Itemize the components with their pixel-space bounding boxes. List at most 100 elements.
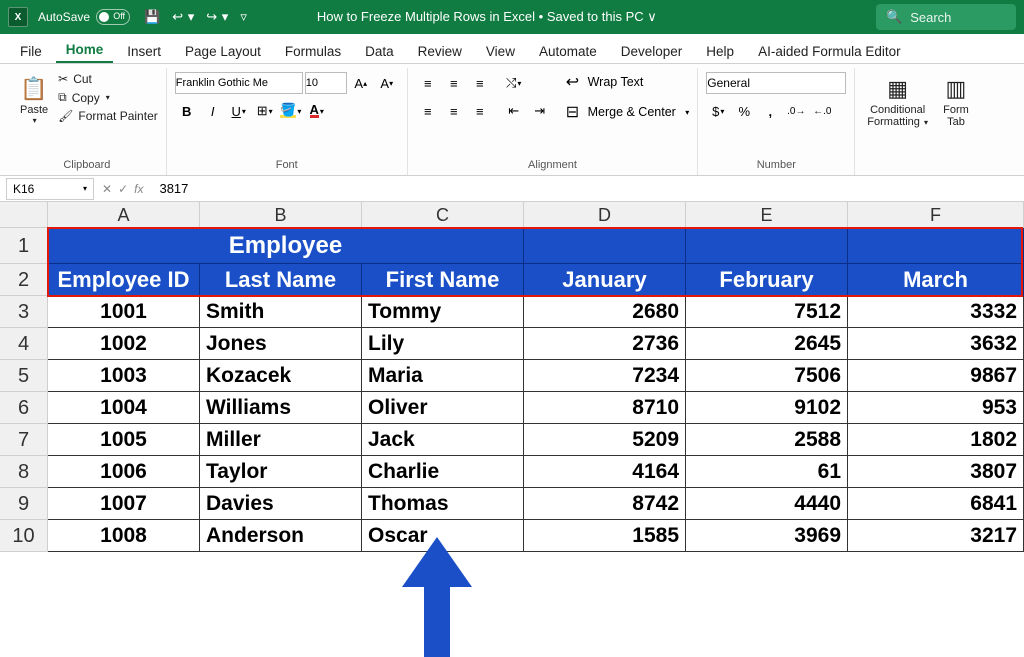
cell-employee-id[interactable]: 1004 [48, 392, 200, 424]
bold-button[interactable]: B [175, 100, 199, 122]
cancel-formula-icon[interactable]: ✕ [102, 182, 112, 196]
column-header-cell[interactable]: Employee ID [48, 264, 200, 296]
cell-february[interactable]: 7512 [686, 296, 848, 328]
cell-march[interactable]: 3807 [848, 456, 1024, 488]
cell-march[interactable]: 1802 [848, 424, 1024, 456]
cell-first-name[interactable]: Maria [362, 360, 524, 392]
copy-button[interactable]: ⧉Copy▾ [58, 90, 158, 105]
cell[interactable] [524, 228, 686, 264]
cell-employee-id[interactable]: 1002 [48, 328, 200, 360]
cell[interactable] [686, 228, 848, 264]
cell[interactable] [848, 228, 1024, 264]
cell-last-name[interactable]: Kozacek [200, 360, 362, 392]
increase-indent-button[interactable]: ⇥ [528, 100, 552, 122]
cell-employee-id[interactable]: 1003 [48, 360, 200, 392]
number-format-select[interactable] [706, 72, 846, 94]
cell-employee-id[interactable]: 1006 [48, 456, 200, 488]
cell-february[interactable]: 2588 [686, 424, 848, 456]
column-header[interactable]: B [200, 202, 362, 228]
cell-last-name[interactable]: Anderson [200, 520, 362, 552]
cell-february[interactable]: 4440 [686, 488, 848, 520]
cell-last-name[interactable]: Jones [200, 328, 362, 360]
document-title[interactable]: How to Freeze Multiple Rows in Excel • S… [317, 9, 657, 25]
cell-january[interactable]: 4164 [524, 456, 686, 488]
cell-march[interactable]: 3217 [848, 520, 1024, 552]
tab-insert[interactable]: Insert [117, 38, 171, 63]
cell-last-name[interactable]: Taylor [200, 456, 362, 488]
align-right-button[interactable]: ≡ [468, 100, 492, 122]
cell-january[interactable]: 2736 [524, 328, 686, 360]
cell-first-name[interactable]: Lily [362, 328, 524, 360]
increase-font-button[interactable]: A▴ [349, 72, 373, 94]
cell-march[interactable]: 3632 [848, 328, 1024, 360]
align-middle-button[interactable]: ≡ [442, 72, 466, 94]
font-size-select[interactable] [305, 72, 347, 94]
tab-view[interactable]: View [476, 38, 525, 63]
font-color-button[interactable]: A▾ [305, 100, 329, 122]
cell-january[interactable]: 8710 [524, 392, 686, 424]
cell-last-name[interactable]: Miller [200, 424, 362, 456]
cell-employee-id[interactable]: 1007 [48, 488, 200, 520]
increase-decimal-button[interactable]: .0→ [784, 100, 808, 122]
row-header[interactable]: 1 [0, 228, 48, 264]
cell-first-name[interactable]: Charlie [362, 456, 524, 488]
row-header[interactable]: 10 [0, 520, 48, 552]
decrease-indent-button[interactable]: ⇤ [502, 100, 526, 122]
redo-icon[interactable]: ↪ ▾ [206, 9, 228, 25]
tab-page-layout[interactable]: Page Layout [175, 38, 271, 63]
cell-employee-id[interactable]: 1008 [48, 520, 200, 552]
cell-first-name[interactable]: Jack [362, 424, 524, 456]
column-header[interactable]: E [686, 202, 848, 228]
cell-february[interactable]: 9102 [686, 392, 848, 424]
fx-icon[interactable]: fx [134, 182, 143, 196]
tab-data[interactable]: Data [355, 38, 404, 63]
align-left-button[interactable]: ≡ [416, 100, 440, 122]
format-as-table-button[interactable]: ▥ Form Tab [938, 72, 974, 130]
percent-button[interactable]: % [732, 100, 756, 122]
save-icon[interactable]: 💾 [144, 9, 160, 25]
row-header[interactable]: 6 [0, 392, 48, 424]
cell-first-name[interactable]: Oliver [362, 392, 524, 424]
tab-review[interactable]: Review [408, 38, 472, 63]
name-box[interactable]: K16 ▾ [6, 178, 94, 200]
fill-color-button[interactable]: 🪣▾ [279, 100, 303, 122]
tab-file[interactable]: File [10, 38, 52, 63]
cell-first-name[interactable]: Oscar [362, 520, 524, 552]
align-bottom-button[interactable]: ≡ [468, 72, 492, 94]
column-header-cell[interactable]: February [686, 264, 848, 296]
tab-ai-formula-editor[interactable]: AI-aided Formula Editor [748, 38, 911, 63]
underline-button[interactable]: U▾ [227, 100, 251, 122]
row-header[interactable]: 9 [0, 488, 48, 520]
cell-february[interactable]: 61 [686, 456, 848, 488]
borders-button[interactable]: ⊞▾ [253, 100, 277, 122]
conditional-formatting-button[interactable]: ▦ Conditional Formatting ▾ [863, 72, 932, 130]
column-header-cell[interactable]: March [848, 264, 1024, 296]
decrease-font-button[interactable]: A▾ [375, 72, 399, 94]
merged-header-cell[interactable]: Employee [48, 228, 524, 264]
cell-march[interactable]: 953 [848, 392, 1024, 424]
cell-first-name[interactable]: Tommy [362, 296, 524, 328]
cut-button[interactable]: ✂Cut [58, 72, 158, 86]
column-header[interactable]: D [524, 202, 686, 228]
column-header-cell[interactable]: January [524, 264, 686, 296]
cell-first-name[interactable]: Thomas [362, 488, 524, 520]
comma-button[interactable]: , [758, 100, 782, 122]
select-all-corner[interactable] [0, 202, 48, 228]
cell-february[interactable]: 2645 [686, 328, 848, 360]
worksheet-grid[interactable]: ABCDEF1Employee2Employee IDLast NameFirs… [0, 202, 1024, 552]
enter-formula-icon[interactable]: ✓ [118, 182, 128, 196]
cell-march[interactable]: 6841 [848, 488, 1024, 520]
cell-february[interactable]: 7506 [686, 360, 848, 392]
orientation-button[interactable]: ⤭▾ [502, 72, 526, 94]
tab-home[interactable]: Home [56, 36, 114, 63]
column-header[interactable]: A [48, 202, 200, 228]
merge-center-button[interactable]: ⊟ Merge & Center ▾ [566, 102, 690, 122]
cell-employee-id[interactable]: 1005 [48, 424, 200, 456]
column-header[interactable]: F [848, 202, 1024, 228]
toggle-switch-icon[interactable]: Off [96, 9, 130, 25]
row-header[interactable]: 7 [0, 424, 48, 456]
column-header-cell[interactable]: Last Name [200, 264, 362, 296]
row-header[interactable]: 4 [0, 328, 48, 360]
cell-january[interactable]: 8742 [524, 488, 686, 520]
cell-last-name[interactable]: Williams [200, 392, 362, 424]
